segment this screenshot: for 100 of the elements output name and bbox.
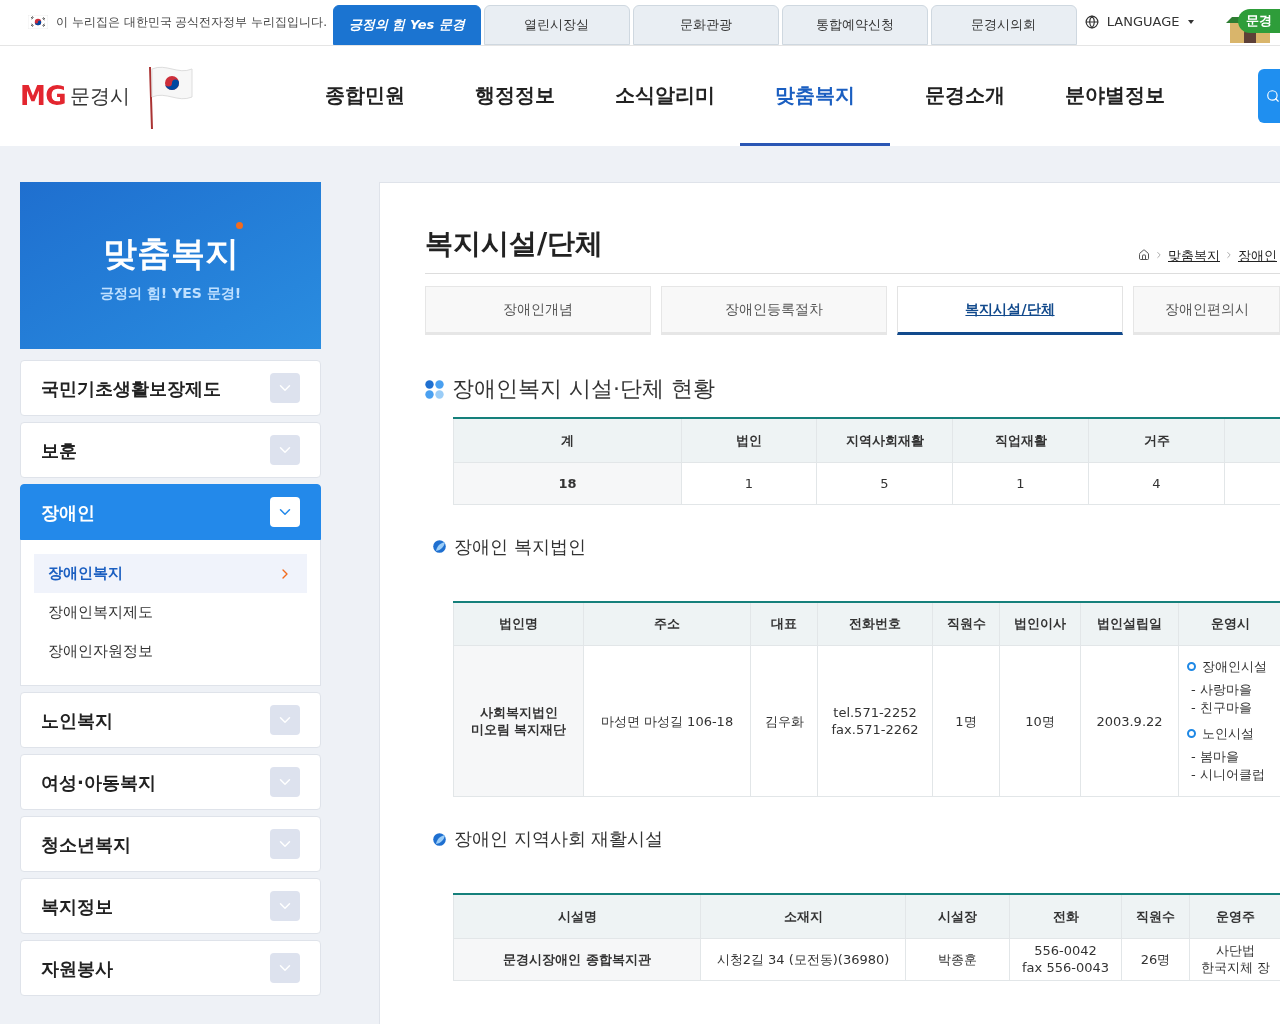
sidebar-menu-item[interactable]: 장애인	[20, 484, 321, 540]
logo-name: 문경시	[69, 83, 130, 110]
chevron-icon	[270, 435, 300, 465]
sidebar-menu-item[interactable]: 복지정보	[20, 878, 321, 934]
table-cell: 시청2길 34 (모전동)(36980)	[716, 950, 890, 968]
site-tab[interactable]: 통합예약신청	[781, 5, 928, 45]
column-header: 운영시	[1210, 615, 1250, 633]
language-button[interactable]: LANGUAGE	[1084, 0, 1198, 45]
column-header: 시설장	[938, 907, 977, 925]
content-tab[interactable]: 장애인개념	[425, 286, 651, 335]
sidebar-menu-item[interactable]: 보훈	[20, 422, 321, 478]
column-header: 직원수	[1136, 907, 1175, 925]
section-heading: 장애인복지 시설·단체 현황	[452, 375, 715, 403]
facility-item: - 친구마을	[1190, 699, 1253, 717]
column-header: 운영주	[1216, 907, 1255, 925]
flag-icon	[28, 15, 48, 29]
facility-group: 장애인시설	[1202, 658, 1267, 675]
sidebar-menu-item[interactable]: 청소년복지	[20, 816, 321, 872]
table-cell: tel.571-2252 fax.571-2262	[831, 704, 919, 738]
leaf-icon	[433, 540, 446, 553]
sidebar-menu-item[interactable]: 자원봉사	[20, 940, 321, 996]
four-dots-icon	[425, 379, 444, 399]
nav-link[interactable]: 분야별정보	[1040, 46, 1190, 146]
chevron-icon	[270, 767, 300, 797]
globe-icon	[1084, 15, 1099, 29]
column-header: 직업재활	[994, 431, 1047, 449]
chevron-icon	[270, 829, 300, 859]
sidebar-menu-item[interactable]: 여성·아동복지	[20, 754, 321, 810]
site-tab[interactable]: 긍정의 힘 Yes 문경	[332, 5, 481, 45]
chevron-icon	[270, 705, 300, 735]
mascot-badge: 문경	[1238, 9, 1280, 33]
breadcrumb-link[interactable]: 맞춤복지	[1168, 245, 1220, 265]
content-tab[interactable]: 장애인편의시	[1133, 286, 1280, 335]
column-header: 전화	[1052, 907, 1079, 925]
nav-link[interactable]: 종합민원	[290, 46, 440, 146]
table-cell: 1	[744, 474, 754, 492]
column-header: 법인이사	[1014, 615, 1066, 633]
table-cell: 2003.9.22	[1096, 712, 1163, 730]
table-cell: 4	[1152, 474, 1161, 492]
caret-icon	[1187, 20, 1194, 24]
table-cell: 1명	[955, 712, 977, 730]
table-cell: 사단법 한국지체 장	[1200, 942, 1271, 976]
table-cell: 박종훈	[938, 950, 977, 968]
facility-item: - 사랑마을	[1190, 681, 1253, 699]
table-cell: 김우화	[764, 712, 804, 730]
circle-bullet-icon	[1187, 662, 1196, 671]
logo-mark: MG	[20, 79, 66, 113]
submenu-item[interactable]: 장애인복지제도	[34, 593, 307, 632]
chevron-right-icon	[1224, 250, 1234, 261]
submenu-item[interactable]: 장애인자원정보	[34, 632, 307, 671]
section-heading: 장애인 지역사회 재활시설	[454, 827, 664, 851]
nav-link[interactable]: 문경소개	[890, 46, 1040, 146]
site-tab[interactable]: 문경시의회	[930, 5, 1077, 45]
home-icon	[1138, 249, 1150, 262]
column-header: 법인명	[499, 615, 538, 633]
table-cell: 사회복지법인 미오림 복지재단	[470, 704, 567, 738]
search-icon	[1266, 87, 1280, 105]
column-header: 법인설립일	[1097, 615, 1162, 633]
content-tab[interactable]: 복지시설/단체	[897, 286, 1123, 335]
chevron-right-icon	[1154, 250, 1164, 261]
facility-group: 노인시설	[1202, 725, 1254, 742]
search-button[interactable]	[1258, 69, 1280, 123]
nav-link[interactable]: 행정정보	[440, 46, 590, 146]
column-header: 법인	[736, 431, 762, 449]
nav-link[interactable]: 맞춤복지	[740, 46, 890, 146]
circle-bullet-icon	[1187, 729, 1196, 738]
chevron-icon	[270, 891, 300, 921]
chevron-icon	[270, 497, 300, 527]
column-header: 전화번호	[849, 615, 901, 633]
nav-link[interactable]: 소식알리미	[590, 46, 740, 146]
column-header: 직원수	[946, 615, 986, 633]
column-header: 소재지	[783, 907, 823, 925]
table-cell: 마성면 마성길 106-18	[600, 712, 734, 730]
banner-title: 맞춤복지	[102, 231, 239, 275]
breadcrumb-link[interactable]: 장애인	[1238, 245, 1277, 265]
sidebar-menu-item[interactable]: 노인복지	[20, 692, 321, 748]
column-header: 대표	[771, 615, 797, 633]
table-cell: 10명	[1025, 712, 1055, 730]
gov-notice: 이 누리집은 대한민국 공식전자정부 누리집입니다.	[56, 14, 328, 31]
table-cell: 5	[880, 474, 889, 492]
site-tab[interactable]: 열린시장실	[483, 5, 630, 45]
column-header: 주소	[654, 615, 680, 633]
content-tab[interactable]: 장애인등록절차	[661, 286, 887, 335]
submenu-item[interactable]: 장애인복지	[34, 554, 307, 593]
table-cell: 1	[1016, 474, 1025, 492]
page-title: 복지시설/단체	[425, 226, 604, 262]
column-header: 계	[561, 431, 574, 449]
table-cell: 556-0042 fax 556-0043	[1022, 942, 1109, 976]
banner-subtitle: 긍정의 힘! YES 문경!	[99, 283, 242, 303]
table-cell: 문경시장애인 종합복지관	[503, 950, 651, 968]
facility-item: - 봄마을	[1190, 748, 1240, 766]
section-heading: 장애인 복지법인	[454, 534, 586, 559]
leaf-icon	[433, 832, 446, 846]
table-cell: 18	[558, 474, 577, 492]
site-tab[interactable]: 문화관광	[632, 5, 779, 45]
table-cell: 26명	[1140, 950, 1171, 968]
chevron-icon	[270, 953, 300, 983]
column-header: 거주	[1143, 431, 1170, 449]
sidebar-menu-item[interactable]: 국민기초생활보장제도	[20, 360, 321, 416]
column-header: 지역사회재활	[845, 431, 924, 449]
